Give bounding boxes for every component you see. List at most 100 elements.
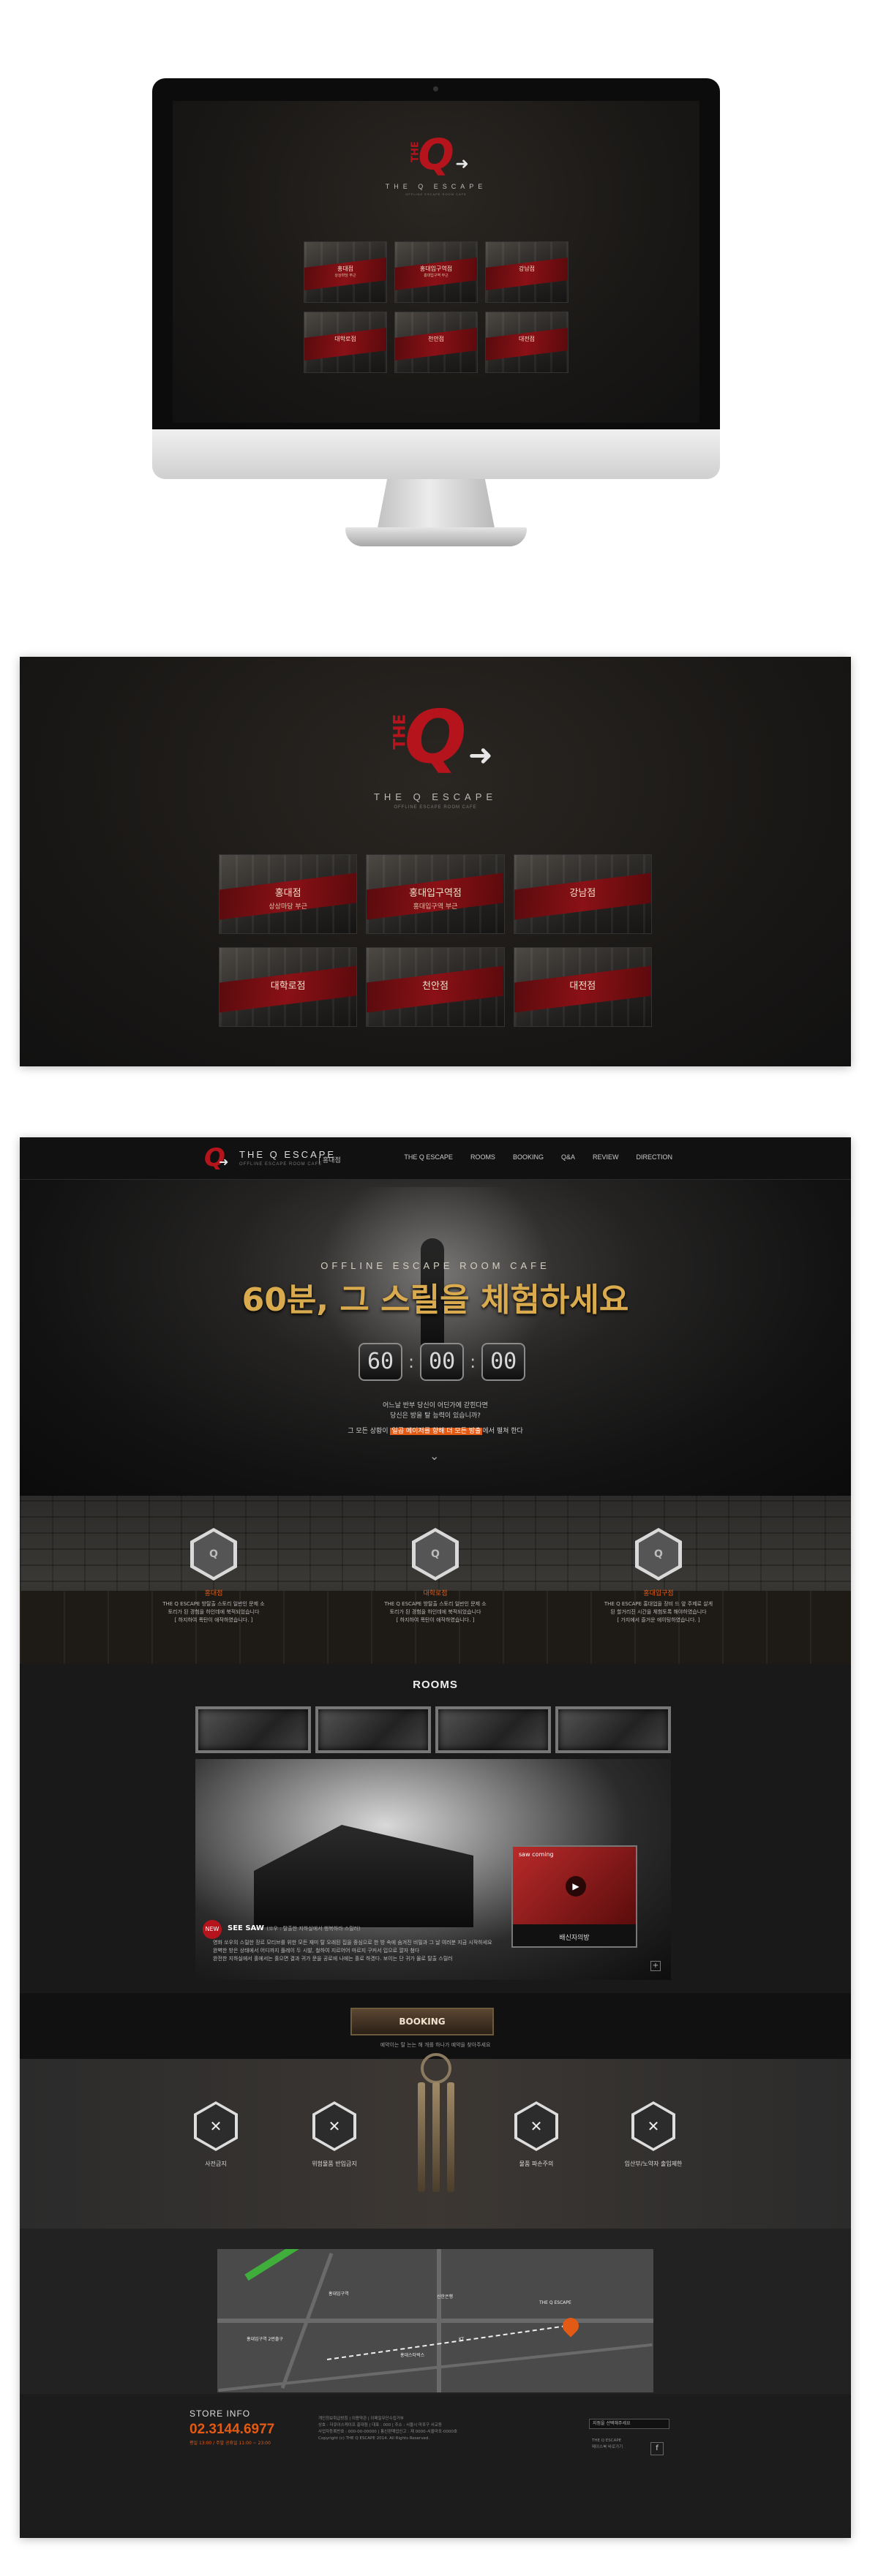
- store-location: 상상마당 부근: [334, 274, 356, 279]
- logo-the: THE: [410, 141, 421, 162]
- brand-subtitle: OFFLINE ESCAPE ROOM CAFE: [394, 805, 477, 810]
- rule-item: ✕ 임산부/노약자 출입제한: [609, 2101, 697, 2168]
- monitor-mockup: THE Q ➜ THE Q ESCAPE OFFLINE ESCAPE ROOM…: [152, 78, 720, 554]
- store-name: 대전점: [518, 336, 536, 343]
- map-label: KT: [459, 2337, 465, 2342]
- footer-links[interactable]: 개인정보취급방침 | 이용약관 | 이메일무단수집거부: [318, 2416, 538, 2422]
- location-map[interactable]: 홍대입구역 홍대입구역 2번출구 신한은행 KT 홍대스타벅스 THE Q ES…: [217, 2249, 653, 2392]
- timer-seconds: 00: [420, 1343, 465, 1381]
- logo-q: Q: [404, 694, 467, 780]
- store-location: 상상마당 부근: [269, 903, 307, 911]
- rule-item: ✕ 위험물품 반입금지: [290, 2101, 378, 2168]
- store-card[interactable]: 홍대점 상상마당 부근: [219, 854, 358, 934]
- video-player[interactable]: saw coming ▶ 배신자의방: [511, 1845, 637, 1948]
- store-card[interactable]: 천안점: [394, 312, 478, 373]
- monitor-base: [345, 527, 527, 546]
- facebook-icon[interactable]: f: [650, 2442, 664, 2455]
- feature-title: 대학로점: [423, 1590, 448, 1597]
- room-thumbnail[interactable]: [555, 1706, 671, 1753]
- hero-copy: 어느날 반부 당신이 어딘가에 갇힌다면 당신은 방을 탈 능력이 있습니까?: [20, 1401, 851, 1421]
- logo-mark: THE Q ➜: [391, 694, 492, 780]
- nav-the-q-escape[interactable]: THE Q ESCAPE: [404, 1153, 453, 1161]
- phone-number[interactable]: 02.3144.6977: [190, 2422, 274, 2438]
- nav-direction[interactable]: DIRECTION: [637, 1153, 673, 1161]
- store-card[interactable]: 홍대입구역점 홍대입구역 부근: [366, 854, 505, 934]
- store-card[interactable]: 대전점: [485, 312, 569, 373]
- feature-desc: THE Q ESCAPE 홍대업을 장비 드 앞 주제로 살게 된 할거리진 시간…: [604, 1601, 713, 1623]
- features-section: Q 홍대점 THE Q ESCAPE 방탈출 스토리 일반인 문제 소 토리가 된…: [20, 1496, 851, 1664]
- feature-title: 홍대입구점: [643, 1590, 674, 1597]
- rule-label: 위험물품 반입금지: [312, 2161, 357, 2167]
- feature-item: Q 대학로점 THE Q ESCAPE 방탈출 스토리 일반인 문제 소 토리가 …: [366, 1528, 505, 1624]
- nav-review[interactable]: REVIEW: [593, 1153, 619, 1161]
- rooms-title: ROOMS: [413, 1679, 458, 1691]
- store-card[interactable]: 홍대점 상상마당 부근: [304, 241, 387, 303]
- countdown-timer: 60 : 00 : 00: [359, 1343, 526, 1381]
- hexagon-icon: Q: [190, 1528, 237, 1581]
- main-nav: THE Q ESCAPE ROOMS BOOKING Q&A REVIEW DI…: [404, 1153, 672, 1161]
- brand-name: THE Q ESCAPE: [373, 791, 498, 802]
- business-hours: 평일 13:00 / 주말 공휴일 11:00 ~ 23:00: [190, 2441, 271, 2446]
- room-thumbnail[interactable]: [195, 1706, 311, 1753]
- room-meta: (쏘우 : 탈출한 지하실에서 행복하라 스릴러): [266, 1926, 361, 1932]
- hero-copy-line: 어느날 반부 당신이 어딘가에 갇힌다면: [383, 1402, 488, 1409]
- logo-q: Q: [418, 129, 454, 179]
- store-name: 대전점: [569, 980, 596, 992]
- hexagon-icon: Q: [412, 1528, 459, 1581]
- more-button[interactable]: +: [650, 1961, 661, 1971]
- logo: THE Q ➜ THE Q ESCAPE OFFLINE ESCAPE ROOM…: [374, 701, 497, 810]
- rule-label: 물품 파손주의: [519, 2161, 554, 2167]
- booking-note: 예약이는 탈 는는 해 개를 하나가 예약을 찾아주세요: [380, 2042, 491, 2048]
- store-card[interactable]: 홍대입구역점 홍대입구역 부근: [394, 241, 478, 303]
- store-name: 대학로점: [334, 336, 356, 343]
- store-card[interactable]: 대학로점: [219, 947, 358, 1027]
- feature-desc: THE Q ESCAPE 방탈출 스토리 일반인 문제 소 토리가 된 경험을 하…: [162, 1601, 265, 1623]
- room-thumbnail[interactable]: [315, 1706, 431, 1753]
- scroll-down-icon[interactable]: ⌄: [429, 1449, 439, 1463]
- store-card[interactable]: 강남점: [513, 854, 652, 934]
- room-thumbnail[interactable]: [435, 1706, 551, 1753]
- header-logo[interactable]: Q ➜: [198, 1143, 229, 1174]
- store-card[interactable]: 대학로점: [304, 312, 387, 373]
- store-selector-preview: THE Q ➜ THE Q ESCAPE OFFLINE ESCAPE ROOM…: [173, 101, 699, 423]
- hero-section: OFFLINE ESCAPE ROOM CAFE 60분, 그 스릴을 체험하세…: [20, 1180, 851, 1496]
- room-image: [254, 1825, 473, 1927]
- nav-booking[interactable]: BOOKING: [513, 1153, 544, 1161]
- map-label: 홍대스타벅스: [400, 2353, 425, 2358]
- brand-name: THE Q ESCAPE: [385, 183, 487, 190]
- monitor-screen: THE Q ➜ THE Q ESCAPE OFFLINE ESCAPE ROOM…: [173, 101, 699, 423]
- room-description: 영화 쏘우의 스릴한 장르 모티브를 위한 모든 재미 탈 오래된 집을 중심으…: [213, 1940, 492, 1962]
- copyright: Copyright (c) THE Q ESCAPE 2014. All Rig…: [318, 2436, 430, 2441]
- store-card[interactable]: 대전점: [513, 947, 652, 1027]
- store-name: 강남점: [518, 265, 536, 273]
- timer-minutes: 60: [359, 1343, 402, 1381]
- new-badge: NEW: [203, 1920, 222, 1939]
- feature-title: 홍대점: [204, 1590, 223, 1597]
- hero-headline: 60분, 그 스릴을 체험하세요: [241, 1281, 629, 1319]
- store-info-title: STORE INFO: [190, 2409, 251, 2419]
- store-card[interactable]: 천안점: [366, 947, 505, 1027]
- family-links: THE Q ESCAPE 페이스북 바로가기: [592, 2438, 623, 2449]
- hexagon-icon: Q: [635, 1528, 682, 1581]
- room-title: SEE SAW (쏘우 : 탈출한 지하실에서 행복하라 스릴러): [228, 1924, 361, 1932]
- hero-subtitle: OFFLINE ESCAPE ROOM CAFE: [320, 1260, 550, 1271]
- feature-item: Q 홍대점 THE Q ESCAPE 방탈출 스토리 일반인 문제 소 토리가 된…: [144, 1528, 283, 1624]
- nav-qna[interactable]: Q&A: [561, 1153, 575, 1161]
- store-name: 홍대점: [337, 265, 354, 273]
- booking-button[interactable]: BOOKING: [350, 2008, 494, 2035]
- rule-item: ✕ 사전금지: [172, 2101, 260, 2168]
- rule-label: 사전금지: [205, 2161, 227, 2167]
- monitor-bezel: THE Q ➜ THE Q ESCAPE OFFLINE ESCAPE ROOM…: [152, 78, 720, 429]
- store-name: 강남점: [569, 887, 596, 899]
- play-icon[interactable]: ▶: [566, 1876, 586, 1897]
- camera-dot: [433, 86, 438, 91]
- store-card[interactable]: 강남점: [485, 241, 569, 303]
- map-label: THE Q ESCAPE: [539, 2300, 571, 2305]
- map-label: 신한은행: [437, 2294, 454, 2300]
- store-select[interactable]: 지점을 선택해주세요: [589, 2419, 669, 2429]
- store-grid: 홍대점 상상마당 부근 홍대입구역점 홍대입구역 부근 강남점 대학로점 천안점 대…: [219, 854, 652, 1027]
- store-grid: 홍대점 상상마당 부근 홍대입구역점 홍대입구역 부근 강남점 대학로점 천안점 대…: [304, 241, 569, 373]
- homepage: Q ➜ THE Q ESCAPE OFFLINE ESCAPE ROOM CAF…: [20, 1137, 851, 2538]
- room-thumbnails: [195, 1706, 671, 1753]
- nav-rooms[interactable]: ROOMS: [470, 1153, 495, 1161]
